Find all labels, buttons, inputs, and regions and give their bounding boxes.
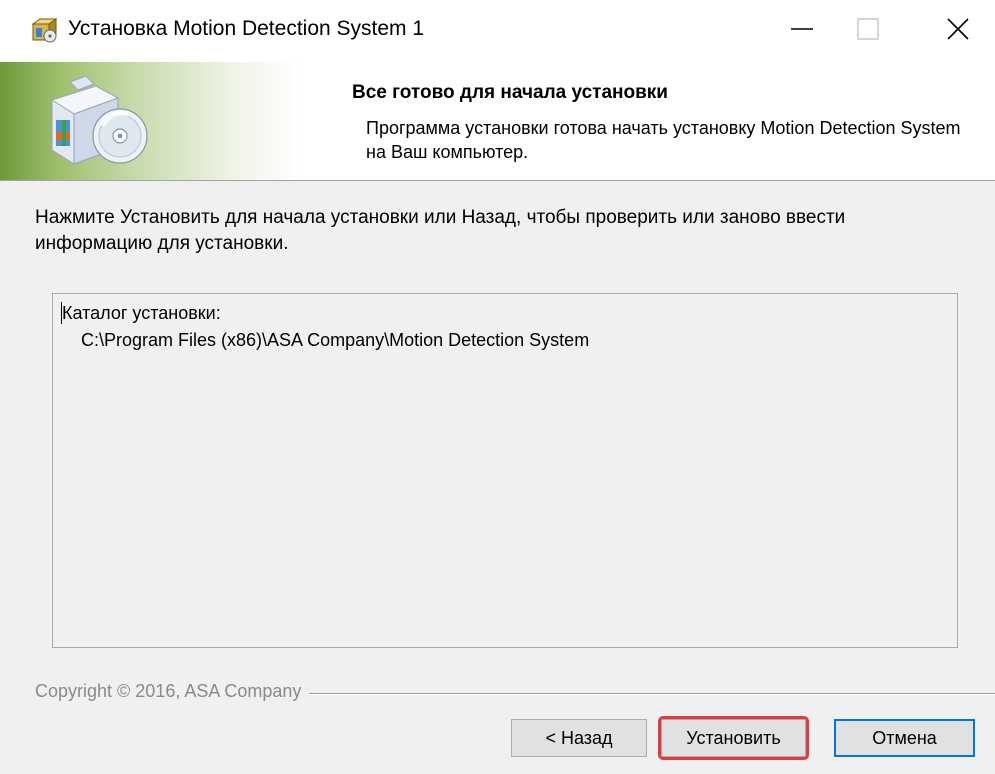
- banner-title: Все готово для начала установки: [352, 82, 668, 103]
- minimize-button[interactable]: [772, 0, 832, 62]
- memo-install-path: C:\Program Files (x86)\ASA Company\Motio…: [81, 330, 590, 350]
- maximize-icon: [856, 17, 880, 46]
- install-summary-memo[interactable]: Каталог установки: C:\Program Files (x86…: [52, 293, 958, 648]
- copyright-text: Copyright © 2016, ASA Company: [35, 681, 310, 702]
- instructions-text: Нажмите Установить для начала установки …: [35, 207, 846, 254]
- software-box-cd-icon: [40, 72, 150, 172]
- maximize-button[interactable]: [838, 0, 898, 62]
- install-button[interactable]: Установить: [658, 716, 809, 760]
- close-icon: [946, 17, 970, 46]
- cancel-button[interactable]: Отмена: [834, 719, 975, 757]
- memo-label: Каталог установки:: [62, 303, 221, 323]
- header-banner: Все готово для начала установки Программ…: [0, 62, 995, 181]
- close-button[interactable]: [928, 0, 988, 62]
- title-bar[interactable]: Установка Motion Detection System 1: [0, 0, 995, 62]
- installer-box-icon: [30, 16, 58, 44]
- banner-subtitle: Программа установки готова начать устано…: [366, 118, 961, 162]
- back-button[interactable]: < Назад: [511, 719, 647, 757]
- window-title: Установка Motion Detection System 1: [68, 17, 425, 40]
- minimize-icon: [790, 17, 814, 46]
- installer-window: Установка Motion Detection System 1 Все …: [0, 0, 995, 774]
